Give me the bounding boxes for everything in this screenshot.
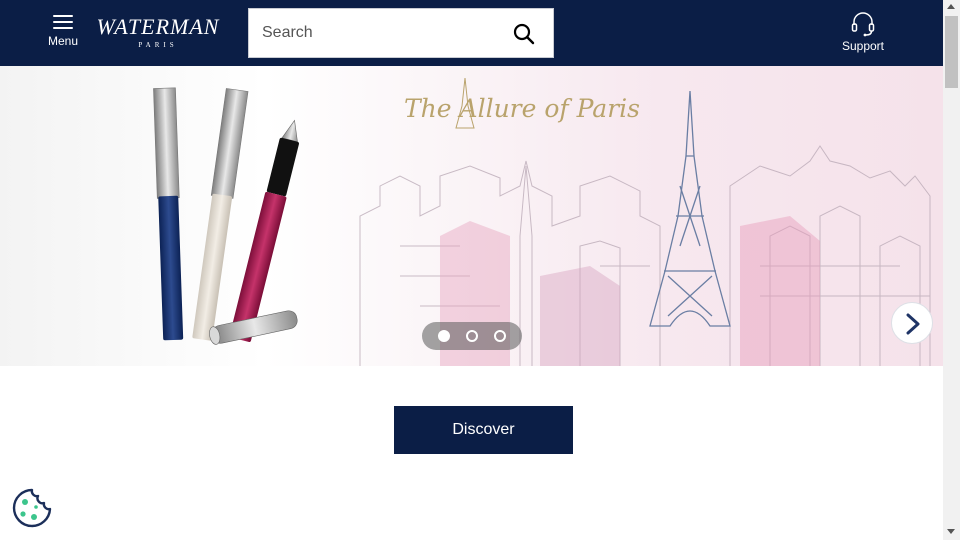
support-link[interactable]: Support bbox=[832, 12, 894, 56]
site-header: Menu WATERMAN PARIS Support bbox=[0, 0, 943, 66]
search-button[interactable] bbox=[511, 21, 537, 47]
hamburger-icon bbox=[53, 15, 73, 29]
scrollbar-thumb[interactable] bbox=[945, 16, 958, 88]
scroll-up-arrow-icon[interactable] bbox=[947, 4, 955, 9]
logo-wordmark: WATERMAN bbox=[96, 14, 220, 39]
page-scrollbar[interactable] bbox=[943, 0, 960, 540]
carousel-next-button[interactable] bbox=[891, 302, 933, 344]
search-box bbox=[248, 8, 554, 58]
chevron-right-icon bbox=[906, 313, 920, 335]
carousel-dot-2[interactable] bbox=[466, 330, 478, 342]
support-label: Support bbox=[841, 39, 885, 53]
carousel-pagination bbox=[422, 322, 522, 350]
logo-subtitle: PARIS bbox=[138, 41, 178, 49]
cookie-icon bbox=[12, 488, 52, 528]
waterman-logo[interactable]: WATERMAN PARIS bbox=[96, 14, 220, 54]
menu-button[interactable]: Menu bbox=[42, 12, 84, 54]
search-icon bbox=[513, 23, 535, 45]
banner-tagline: The Allure of Paris bbox=[404, 94, 640, 123]
scroll-down-arrow-icon[interactable] bbox=[947, 529, 955, 534]
carousel-dot-3[interactable] bbox=[494, 330, 506, 342]
headset-icon bbox=[851, 12, 875, 37]
page: Menu WATERMAN PARIS Support bbox=[0, 0, 960, 540]
carousel-dot-1[interactable] bbox=[438, 330, 450, 342]
search-input[interactable] bbox=[249, 9, 507, 57]
hero-banner[interactable]: The Allure of Paris bbox=[0, 66, 943, 366]
cookie-settings-button[interactable] bbox=[11, 487, 53, 529]
menu-label: Menu bbox=[47, 34, 79, 48]
discover-button[interactable]: Discover bbox=[394, 406, 573, 454]
